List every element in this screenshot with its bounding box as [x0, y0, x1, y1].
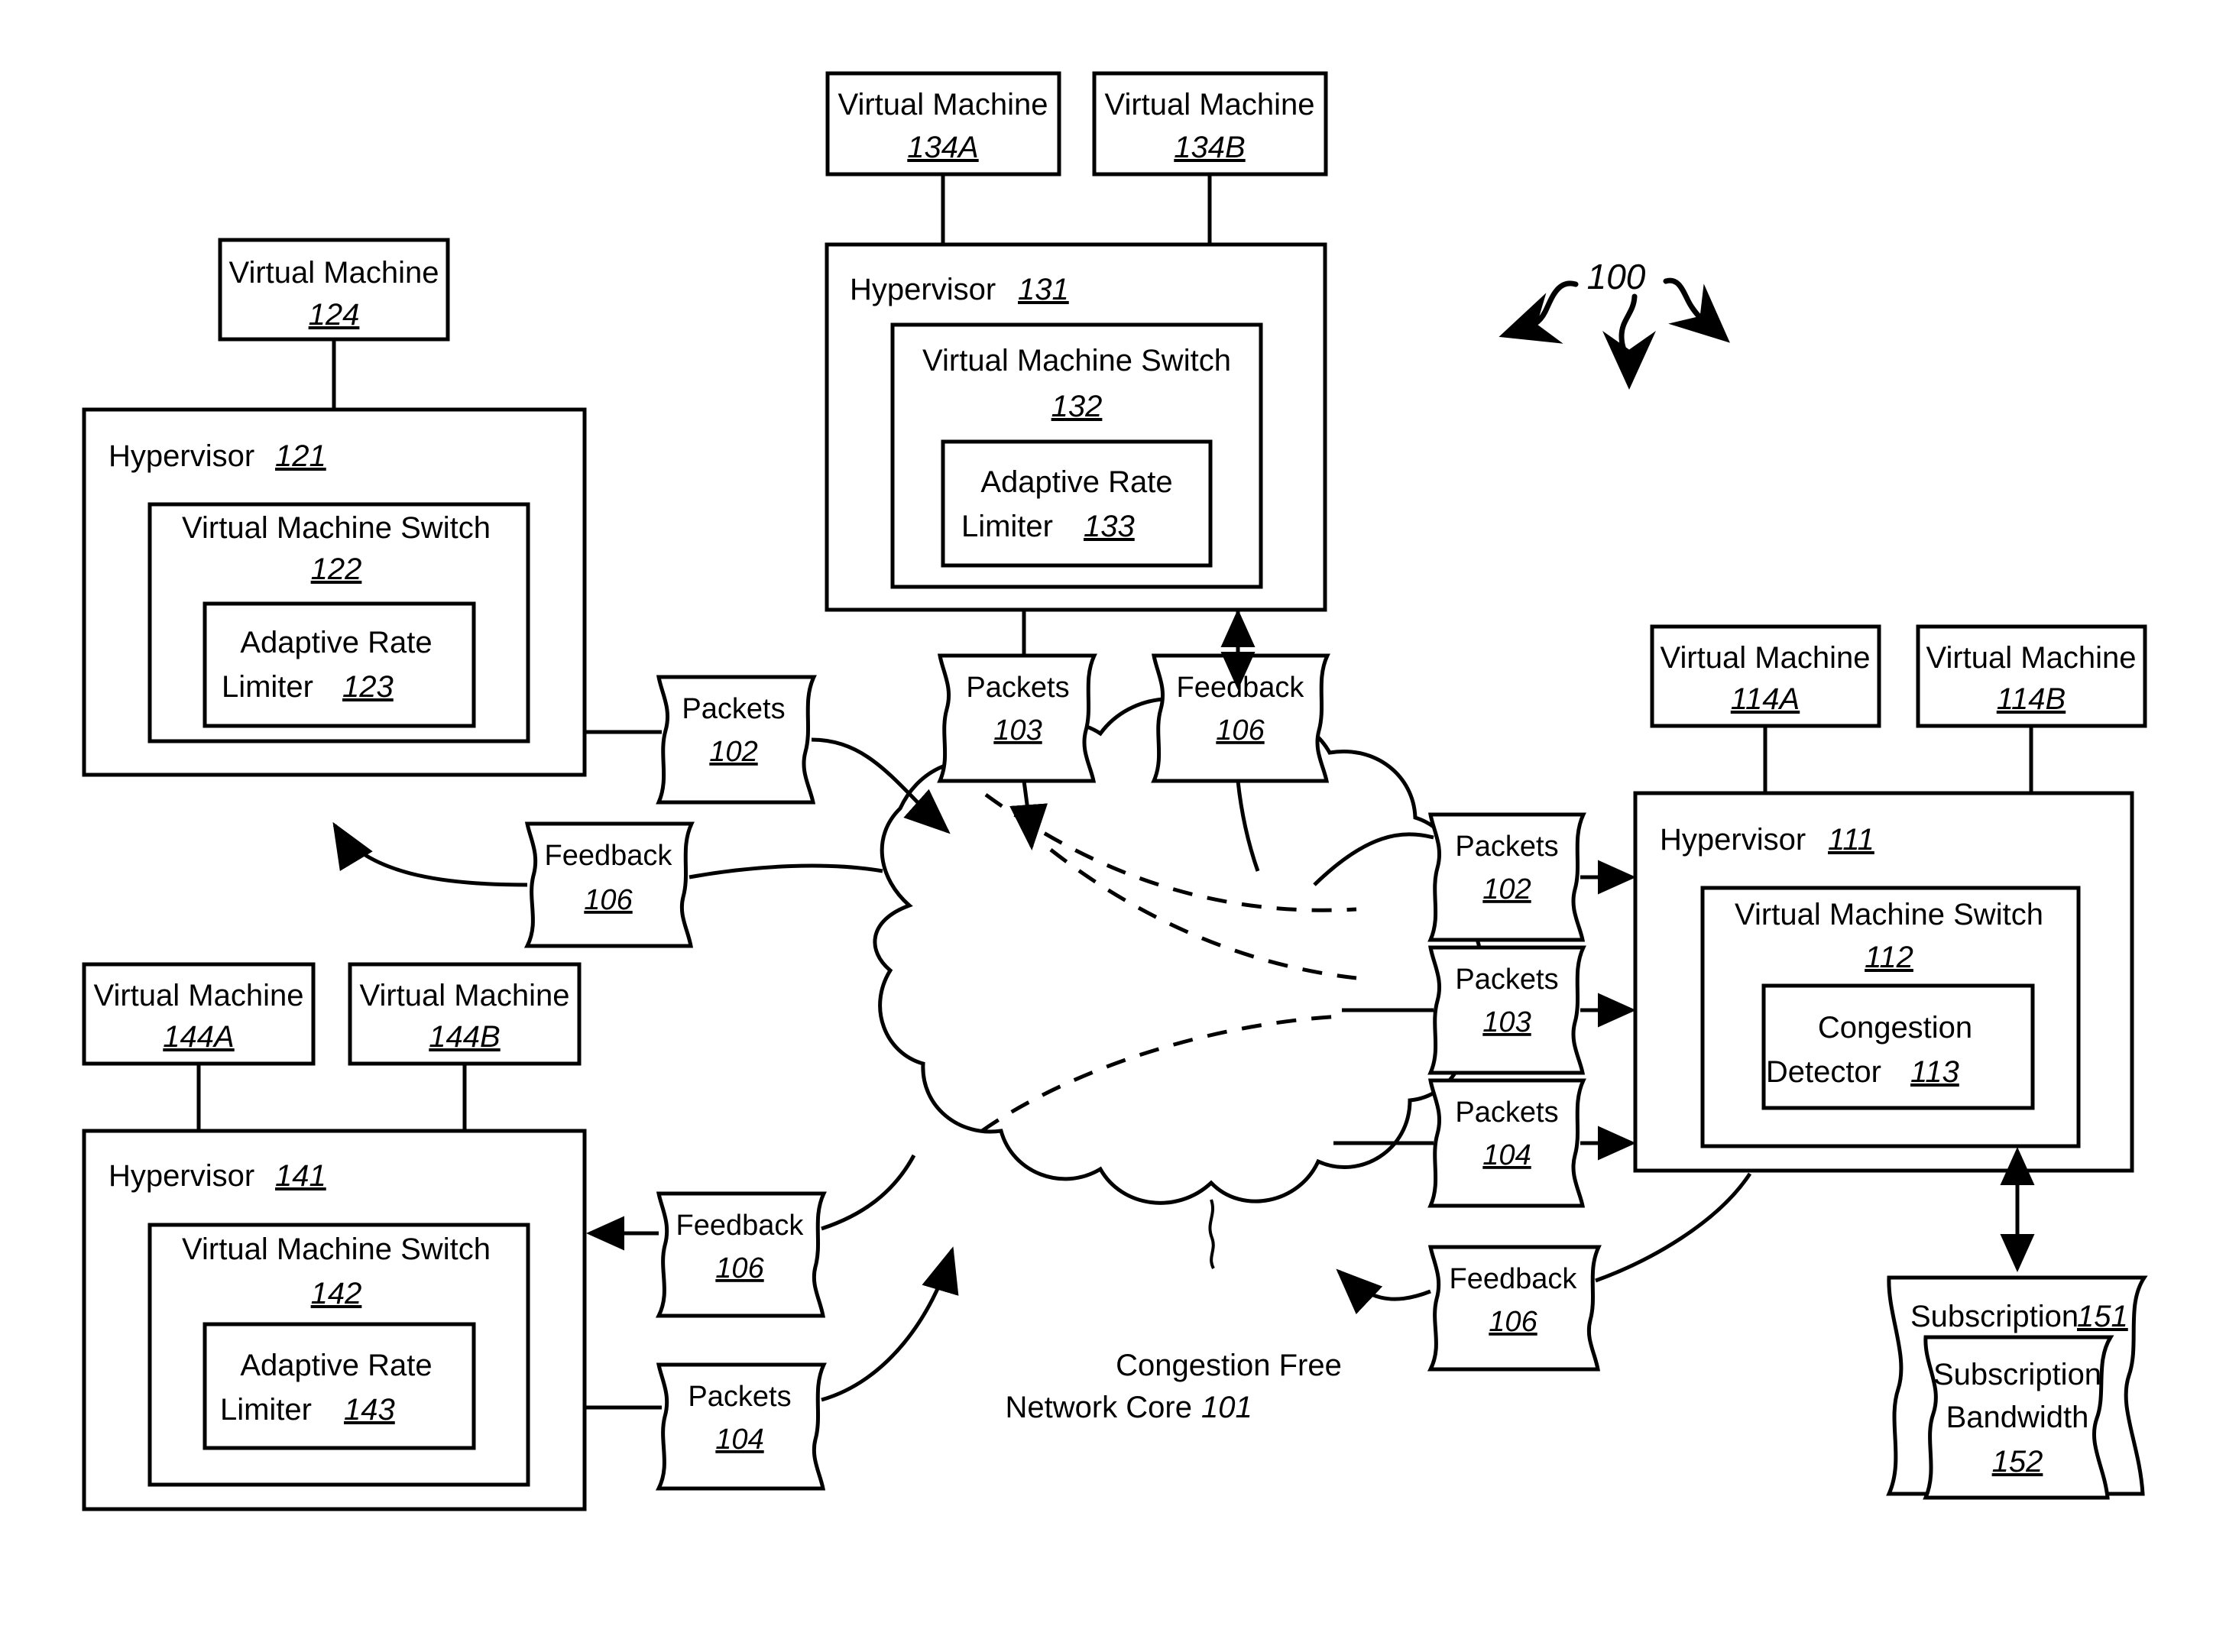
patent-figure: Congestion Free Network Core 101 Virtual… — [0, 0, 2213, 1652]
vm-switch-122-title: Virtual Machine Switch — [182, 511, 491, 545]
vm-switch-142-title: Virtual Machine Switch — [182, 1233, 491, 1266]
vm-144b-ref: 144B — [429, 1020, 500, 1054]
subscription-bandwidth-152-line2: Bandwidth — [1946, 1401, 2089, 1434]
cloud-label-ref: 101 — [1201, 1391, 1252, 1424]
vm-switch-112-ref: 112 — [1865, 941, 1913, 974]
rate-limiter-143-line2: Limiter — [220, 1393, 312, 1427]
hypervisor-141-ref: 141 — [275, 1159, 326, 1193]
cloud-label-line1: Congestion Free — [1116, 1349, 1342, 1382]
vm-144b-title: Virtual Machine — [360, 979, 570, 1012]
flag-feedback-106-left-label: Feedback — [545, 840, 673, 872]
rate-limiter-143-ref: 143 — [344, 1393, 395, 1427]
flag-feedback-106-bottomleft-label: Feedback — [676, 1210, 805, 1242]
vm-114a-title: Virtual Machine — [1661, 641, 1871, 675]
hypervisor-121-ref: 121 — [275, 439, 326, 473]
vm-144a-ref: 144A — [163, 1020, 234, 1054]
flag-feedback-106-left-ref: 106 — [584, 884, 633, 916]
cloud-label-line2: Network Core — [1005, 1391, 1192, 1424]
hypervisor-131-ref: 131 — [1018, 273, 1069, 306]
subscription-bandwidth-152-line1: Subscription — [1933, 1358, 2101, 1391]
rate-limiter-143-line1: Adaptive Rate — [240, 1349, 432, 1382]
flag-packets-103-right-label: Packets — [1455, 964, 1558, 996]
rate-limiter-133-ref: 133 — [1084, 510, 1135, 543]
vm-114a-ref: 114A — [1731, 682, 1800, 716]
vm-switch-142-ref: 142 — [311, 1277, 362, 1310]
hypervisor-131-title: Hypervisor — [850, 273, 996, 306]
hypervisor-121-title: Hypervisor — [109, 439, 254, 473]
vm-144a-title: Virtual Machine — [94, 979, 304, 1012]
figure-reference-number: 100 — [1587, 257, 1646, 296]
flag-packets-102-right-label: Packets — [1455, 831, 1558, 863]
flag-packets-104-bottomleft-label: Packets — [688, 1381, 791, 1413]
flag-packets-102-left-ref: 102 — [709, 736, 757, 768]
hypervisor-111-ref: 111 — [1828, 823, 1874, 857]
rate-limiter-133-line2: Limiter — [961, 510, 1053, 543]
rate-limiter-123-line1: Adaptive Rate — [240, 626, 432, 659]
flag-packets-104-right-ref: 104 — [1482, 1139, 1531, 1171]
flag-feedback-106-bottomleft-ref: 106 — [715, 1252, 764, 1284]
vm-switch-132-ref: 132 — [1051, 390, 1103, 423]
vm-134b-title: Virtual Machine — [1105, 88, 1315, 121]
vm-134b-ref: 134B — [1174, 131, 1245, 164]
flag-feedback-106-bottomright-ref: 106 — [1489, 1306, 1537, 1338]
flag-feedback-106-top-label: Feedback — [1177, 672, 1305, 704]
congestion-detector-113-ref: 113 — [1910, 1055, 1959, 1089]
vm-114b-title: Virtual Machine — [1926, 641, 2137, 675]
flag-packets-104-bottomleft-ref: 104 — [715, 1424, 763, 1456]
flag-packets-103-top-label: Packets — [966, 672, 1069, 704]
rate-limiter-123-line2: Limiter — [222, 670, 313, 704]
flag-packets-102-right-ref: 102 — [1482, 873, 1531, 905]
network-cloud — [873, 697, 1483, 1269]
flag-feedback-106-top-ref: 106 — [1216, 714, 1265, 747]
flag-feedback-106-bottomright-label: Feedback — [1450, 1263, 1578, 1295]
vm-switch-132-title: Virtual Machine Switch — [922, 344, 1231, 377]
flag-packets-103-right-ref: 103 — [1482, 1006, 1531, 1038]
subscription-151-ref: 151 — [2077, 1300, 2128, 1333]
hypervisor-141-title: Hypervisor — [109, 1159, 254, 1193]
hypervisor-111-title: Hypervisor — [1660, 823, 1806, 857]
subscription-151-title: Subscription — [1910, 1300, 2079, 1333]
vm-134a-ref: 134A — [907, 131, 978, 164]
vm-134a-title: Virtual Machine — [838, 88, 1048, 121]
vm-switch-112-title: Virtual Machine Switch — [1735, 898, 2043, 931]
flag-packets-104-right-label: Packets — [1455, 1096, 1558, 1129]
congestion-detector-113-line1: Congestion — [1818, 1011, 1972, 1045]
congestion-detector-113-line2: Detector — [1766, 1055, 1881, 1089]
vm-124-ref: 124 — [309, 298, 360, 332]
vm-114b-ref: 114B — [1997, 682, 2066, 716]
flag-packets-102-left-label: Packets — [682, 693, 785, 725]
rate-limiter-123-ref: 123 — [342, 670, 394, 704]
rate-limiter-133-line1: Adaptive Rate — [980, 465, 1172, 499]
vm-124-title: Virtual Machine — [229, 256, 439, 290]
vm-switch-122-ref: 122 — [311, 552, 362, 586]
diagram-canvas: Congestion Free Network Core 101 Virtual… — [82, 71, 2148, 1511]
flag-packets-103-top-ref: 103 — [993, 714, 1042, 747]
subscription-bandwidth-152-ref: 152 — [1992, 1445, 2043, 1479]
